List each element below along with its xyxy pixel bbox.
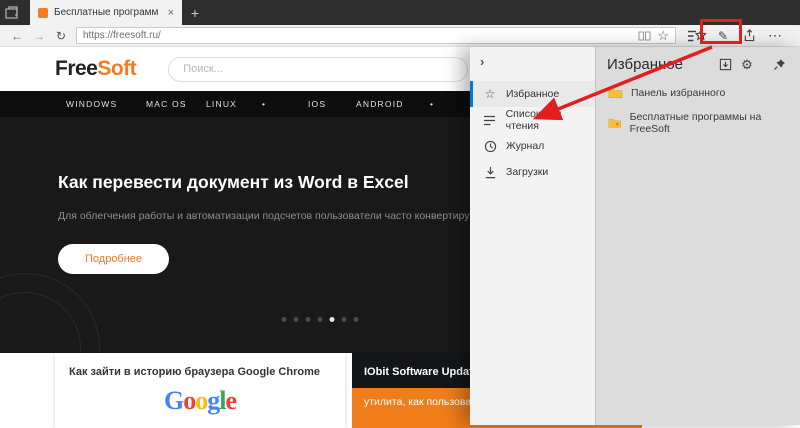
favorites-item-label: Бесплатные программы на FreeSoft	[629, 111, 762, 135]
reading-view-icon[interactable]	[638, 31, 651, 41]
annotation-red-box	[700, 19, 742, 44]
address-input[interactable]	[83, 30, 633, 41]
favorites-header: Избранное ⚙	[596, 47, 800, 81]
favorite-star-icon[interactable]: ☆	[657, 29, 669, 42]
site-search[interactable]	[168, 56, 469, 82]
nav-item-android[interactable]: ANDROID	[356, 99, 430, 109]
site-search-input[interactable]	[183, 63, 454, 75]
logo-part-free: Free	[55, 57, 98, 80]
browser-tab[interactable]: Бесплатные программ ×	[30, 0, 182, 25]
address-bar[interactable]: ☆	[76, 27, 676, 44]
hub-menu-list: ☆ Избранное Список для чтения Журнал Заг…	[470, 81, 595, 185]
hub-item-label: Избранное	[506, 88, 560, 100]
reading-list-icon	[483, 115, 497, 126]
carousel-dots[interactable]	[281, 317, 359, 322]
folder-icon	[608, 118, 621, 128]
freesoft-logo[interactable]: FreeSoft	[55, 57, 137, 81]
nav-item-macos[interactable]: MAC OS	[146, 99, 206, 109]
hub-item-history[interactable]: Журнал	[470, 133, 595, 159]
import-favorites-icon[interactable]	[714, 58, 736, 71]
tab-favicon-icon	[38, 7, 48, 18]
logo-part-soft: Soft	[97, 57, 137, 80]
tab-title: Бесплатные программ	[54, 7, 159, 18]
more-button[interactable]: ⋯	[762, 25, 788, 47]
favorites-item-freesoft[interactable]: Бесплатные программы на FreeSoft	[596, 105, 800, 141]
carousel-dot[interactable]	[281, 317, 287, 322]
nav-item-linux[interactable]: LINUX	[206, 99, 262, 109]
downloads-icon	[483, 166, 497, 179]
forward-button[interactable]: →	[28, 29, 50, 43]
set-tabs-aside-icon[interactable]	[0, 0, 22, 25]
tab-bar: Бесплатные программ × +	[0, 0, 800, 25]
browser-navbar: ← → ↻ ☆ ✎ ⋯	[0, 25, 800, 47]
carousel-dot-active[interactable]	[329, 317, 335, 322]
carousel-dot[interactable]	[293, 317, 299, 322]
history-clock-icon	[483, 140, 497, 153]
hub-item-reading-list[interactable]: Список для чтения	[470, 107, 595, 133]
google-letter: o	[183, 386, 196, 415]
favorites-title: Избранное	[607, 56, 684, 73]
google-letter: g	[207, 386, 220, 415]
google-logo: Google	[55, 386, 345, 416]
carousel-dot[interactable]	[317, 317, 323, 322]
pin-pane-icon[interactable]	[768, 58, 790, 71]
hub-item-label: Список для чтения	[505, 108, 562, 132]
tab-close-icon[interactable]: ×	[168, 7, 174, 19]
nav-separator-dot: •	[430, 99, 435, 109]
hub-item-label: Загрузки	[506, 166, 549, 178]
star-icon: ☆	[484, 87, 496, 101]
google-letter: o	[195, 386, 208, 415]
favorites-pane: Избранное ⚙ Панель избранного Бесплатные…	[595, 47, 800, 425]
hero-title: Как перевести документ из Word в Excel	[58, 172, 409, 192]
google-letter: e	[225, 386, 237, 415]
hub-flyout: › ☆ Избранное Список для чтения Журнал З…	[470, 47, 800, 425]
folder-icon	[608, 88, 623, 98]
hub-item-downloads[interactable]: Загрузки	[470, 159, 595, 185]
hub-item-label: Журнал	[506, 140, 545, 152]
hero-more-button[interactable]: Подробнее	[58, 244, 170, 274]
article-card-google-chrome[interactable]: Как зайти в историю браузера Google Chro…	[55, 353, 345, 428]
nav-item-ios[interactable]: IOS	[308, 99, 356, 109]
new-tab-button[interactable]: +	[182, 0, 208, 25]
carousel-dot[interactable]	[341, 317, 347, 322]
settings-gear-icon[interactable]: ⚙	[736, 57, 758, 73]
nav-item-windows[interactable]: WINDOWS	[66, 99, 146, 109]
google-letter: G	[163, 386, 184, 415]
refresh-button[interactable]: ↻	[50, 29, 72, 43]
favorites-item-bar[interactable]: Панель избранного	[596, 81, 800, 105]
hub-menu: › ☆ Избранное Список для чтения Журнал З…	[470, 47, 595, 425]
decorative-arcs	[0, 273, 100, 353]
hub-expand-chevron-icon[interactable]: ›	[470, 47, 595, 73]
nav-separator-dot: •	[262, 99, 267, 109]
hub-item-favorites[interactable]: ☆ Избранное	[470, 81, 595, 107]
carousel-dot[interactable]	[305, 317, 311, 322]
article-card-title: Как зайти в историю браузера Google Chro…	[69, 366, 320, 378]
favorites-item-label: Панель избранного	[631, 87, 726, 99]
back-button[interactable]: ←	[6, 29, 28, 43]
carousel-dot[interactable]	[353, 317, 359, 322]
